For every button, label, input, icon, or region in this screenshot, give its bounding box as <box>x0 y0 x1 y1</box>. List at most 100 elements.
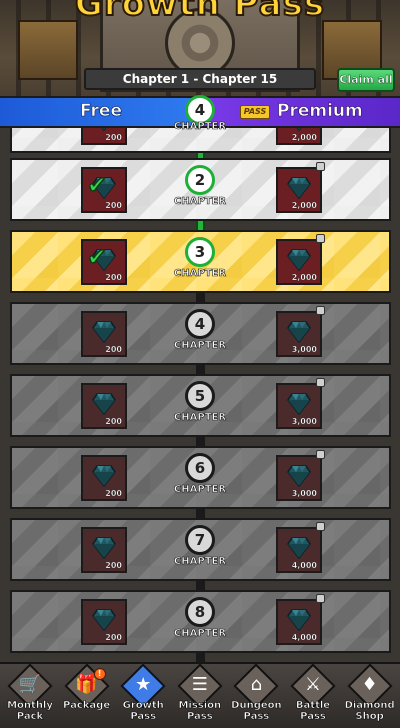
chapter-number-node: 4 <box>185 309 215 339</box>
notification-badge: ! <box>93 668 106 680</box>
free-reward-slot[interactable]: 200 <box>81 383 127 429</box>
diamond-icon <box>287 321 311 344</box>
premium-reward-slot[interactable]: 2,000 <box>276 234 325 285</box>
claimed-check-icon: ✔ <box>86 171 108 199</box>
mission-pass-icon-glyph: ☰ <box>191 674 208 695</box>
chapter-label: CHAPTER <box>173 484 227 496</box>
reward-amount: 200 <box>105 201 122 210</box>
reward-amount: 200 <box>105 345 122 354</box>
nav-label: Diamond Shop <box>344 700 395 723</box>
reward-amount: 200 <box>105 561 122 570</box>
claimed-check-icon: ✔ <box>86 128 117 130</box>
nav-label: Battle Pass <box>295 700 331 723</box>
nav-item-package[interactable]: 🎁 Package! <box>59 663 115 728</box>
diamond-icon <box>92 393 116 416</box>
premium-reward-slot[interactable]: 2,000 <box>276 128 322 145</box>
diamond-icon <box>287 249 311 272</box>
chapter-number-node: 8 <box>185 597 215 627</box>
chapter-label: CHAPTER <box>173 268 227 280</box>
reward-amount: 200 <box>105 489 122 498</box>
chapter-label: CHAPTER <box>173 196 227 208</box>
premium-reward-slot[interactable]: 3,000 <box>276 450 325 501</box>
lock-icon <box>316 450 325 459</box>
diamond-shop-icon-glyph: ♦ <box>361 674 378 695</box>
reward-amount: 3,000 <box>291 417 318 426</box>
free-reward-slot[interactable]: 200 <box>81 599 127 645</box>
free-reward-slot[interactable]: 200 <box>81 311 127 357</box>
nav-label: Monthly Pack <box>7 700 53 723</box>
claim-all-button[interactable]: Claim all <box>337 68 395 92</box>
chapter-number-node: 6 <box>185 453 215 483</box>
reward-amount: 2,000 <box>291 201 318 210</box>
page-title: Growth Pass <box>74 0 326 25</box>
diamond-icon <box>92 537 116 560</box>
chapter-label: CHAPTER <box>173 412 227 424</box>
chapter-number-node: 5 <box>185 381 215 411</box>
chapter-reward-list[interactable]: 200✔2,000200✔2,0002CHAPTER200✔2,0003CHAP… <box>0 128 400 662</box>
nav-label: Mission Pass <box>178 700 222 723</box>
premium-reward-slot[interactable]: 4,000 <box>276 594 325 645</box>
premium-reward-slot[interactable]: 2,000 <box>276 162 325 213</box>
reward-amount: 200 <box>105 273 122 282</box>
nav-item-diamond-shop[interactable]: ♦ Diamond Shop <box>342 663 398 728</box>
nav-label: Package <box>63 700 111 712</box>
nav-label: Growth Pass <box>122 700 164 723</box>
chapter-number-node: 2 <box>185 165 215 195</box>
premium-reward-slot[interactable]: 4,000 <box>276 522 325 573</box>
diamond-icon <box>287 177 311 200</box>
lock-icon <box>316 378 325 387</box>
pass-badge: PASS <box>240 105 270 119</box>
free-reward-slot[interactable]: 200 ✔ <box>81 128 127 145</box>
reward-amount: 2,000 <box>291 273 318 282</box>
diamond-icon <box>287 393 311 416</box>
reward-amount: 200 <box>105 133 122 142</box>
cart-icon-glyph: 🛒 <box>18 674 42 695</box>
reward-amount: 200 <box>105 417 122 426</box>
lock-icon <box>316 306 325 315</box>
chapter-label: CHAPTER <box>173 628 227 640</box>
diamond-icon <box>287 609 311 632</box>
nav-item-dungeon-pass[interactable]: ⌂ Dungeon Pass <box>228 663 284 728</box>
diamond-icon <box>287 128 311 132</box>
nav-item-battle-pass[interactable]: ⚔ Battle Pass <box>285 663 341 728</box>
diamond-icon <box>92 609 116 632</box>
reward-amount: 3,000 <box>291 345 318 354</box>
chapter-number-node: 7 <box>185 525 215 555</box>
chapter-number-node: 3 <box>185 237 215 267</box>
chapter-range-label: Chapter 1 - Chapter 15 <box>84 68 316 90</box>
free-reward-slot[interactable]: 200 ✔ <box>81 167 127 213</box>
reward-amount: 3,000 <box>291 489 318 498</box>
reward-amount: 200 <box>105 633 122 642</box>
claimed-check-icon: ✔ <box>86 243 108 271</box>
bottom-nav: 🛒 Monthly Pack 🎁 Package! ★ Growth Pass ☰ Missi… <box>0 662 400 728</box>
premium-tier-label: Premium <box>277 101 363 122</box>
reward-amount: 4,000 <box>291 633 318 642</box>
free-tier-label: Free <box>80 101 123 122</box>
growth-pass-icon-glyph: ★ <box>135 674 152 695</box>
nav-label: Dungeon Pass <box>231 700 282 723</box>
dungeon-pass-icon-glyph: ⌂ <box>250 674 263 695</box>
reward-amount: 4,000 <box>291 561 318 570</box>
nav-item-cart[interactable]: 🛒 Monthly Pack <box>2 663 58 728</box>
premium-reward-slot[interactable]: 3,000 <box>276 378 325 429</box>
chapter-label: CHAPTER <box>173 340 227 352</box>
lock-icon <box>316 234 325 243</box>
diamond-icon <box>92 465 116 488</box>
battle-pass-icon-glyph: ⚔ <box>304 674 322 695</box>
diamond-icon <box>287 537 311 560</box>
free-reward-slot[interactable]: 200 ✔ <box>81 239 127 285</box>
free-reward-slot[interactable]: 200 <box>81 527 127 573</box>
premium-reward-slot[interactable]: 3,000 <box>276 306 325 357</box>
treasure-shelf-left <box>18 20 78 80</box>
header-banner: Growth Pass Chapter 1 - Chapter 15 Claim… <box>0 0 400 96</box>
chapter-label: CHAPTER <box>173 556 227 568</box>
lock-icon <box>316 594 325 603</box>
diamond-icon <box>92 321 116 344</box>
diamond-icon <box>287 465 311 488</box>
lock-icon <box>316 522 325 531</box>
free-reward-slot[interactable]: 200 <box>81 455 127 501</box>
package-icon-glyph: 🎁 <box>75 674 98 695</box>
nav-item-growth-pass[interactable]: ★ Growth Pass <box>115 663 171 728</box>
nav-item-mission-pass[interactable]: ☰ Mission Pass <box>172 663 228 728</box>
current-chapter-label: CHAPTER <box>173 121 227 133</box>
